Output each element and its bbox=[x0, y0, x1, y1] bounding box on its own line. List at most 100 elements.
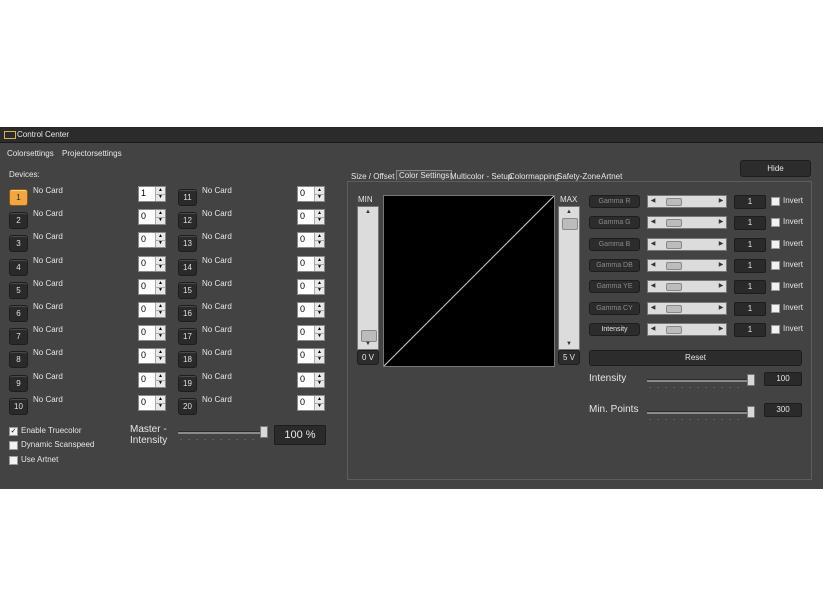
gamma-slider-5[interactable]: ◀ ▶ bbox=[647, 301, 727, 315]
scroll-up-icon[interactable]: ▲ bbox=[358, 207, 378, 217]
stepper-down-icon[interactable]: ▼ bbox=[315, 217, 324, 224]
gamma-slider-thumb[interactable] bbox=[666, 261, 682, 270]
device-value-stepper-20[interactable]: 0 ▲ ▼ bbox=[297, 394, 325, 411]
device-value-stepper-2[interactable]: 0 ▲ ▼ bbox=[138, 209, 166, 226]
device-value-stepper-15[interactable]: 0 ▲ ▼ bbox=[297, 278, 325, 295]
stepper-down-icon[interactable]: ▼ bbox=[156, 194, 165, 201]
scroll-down-icon[interactable]: ▼ bbox=[559, 339, 579, 349]
device-value-stepper-4[interactable]: 0 ▲ ▼ bbox=[138, 255, 166, 272]
invert-checkbox-4[interactable] bbox=[771, 282, 780, 292]
master-intensity-knob[interactable] bbox=[260, 426, 268, 438]
stepper-down-icon[interactable]: ▼ bbox=[156, 356, 165, 363]
scroll-left-icon[interactable]: ◀ bbox=[648, 260, 658, 271]
stepper-down-icon[interactable]: ▼ bbox=[156, 217, 165, 224]
invert-checkbox-0[interactable] bbox=[771, 197, 780, 206]
intensity-slider[interactable]: ············ bbox=[647, 373, 755, 391]
device-button-4[interactable]: 4 bbox=[9, 258, 28, 276]
device-button-15[interactable]: 15 bbox=[178, 281, 197, 299]
gamma-slider-1[interactable]: ◀ ▶ bbox=[647, 216, 727, 230]
gamma-slider-thumb[interactable] bbox=[666, 325, 682, 334]
tab-multicolor-setup[interactable]: Multicolor - Setup bbox=[450, 172, 512, 181]
tab-safety-zone[interactable]: Safety-Zone bbox=[557, 172, 601, 181]
min-points-slider[interactable]: ············ bbox=[647, 405, 755, 423]
device-value-stepper-19[interactable]: 0 ▲ ▼ bbox=[297, 371, 325, 388]
device-value-stepper-11[interactable]: 0 ▲ ▼ bbox=[297, 186, 325, 202]
gamma-slider-thumb[interactable] bbox=[666, 240, 682, 249]
device-value-stepper-14[interactable]: 0 ▲ ▼ bbox=[297, 255, 325, 272]
invert-checkbox-6[interactable] bbox=[771, 324, 780, 334]
stepper-down-icon[interactable]: ▼ bbox=[156, 240, 165, 247]
stepper-down-icon[interactable]: ▼ bbox=[315, 310, 324, 317]
device-button-14[interactable]: 14 bbox=[178, 258, 197, 276]
device-button-9[interactable]: 9 bbox=[9, 374, 28, 392]
min-points-knob[interactable] bbox=[747, 406, 755, 418]
gamma-button-5[interactable]: Gamma CY bbox=[589, 301, 640, 315]
invert-checkbox-3[interactable] bbox=[771, 260, 780, 270]
gamma-button-2[interactable]: Gamma B bbox=[589, 237, 640, 251]
stepper-down-icon[interactable]: ▼ bbox=[315, 287, 324, 294]
stepper-down-icon[interactable]: ▼ bbox=[315, 264, 324, 271]
gamma-slider-thumb[interactable] bbox=[666, 198, 682, 206]
stepper-down-icon[interactable]: ▼ bbox=[315, 333, 324, 340]
device-button-3[interactable]: 3 bbox=[9, 235, 28, 253]
device-value-stepper-16[interactable]: 0 ▲ ▼ bbox=[297, 302, 325, 318]
device-value-stepper-9[interactable]: 0 ▲ ▼ bbox=[138, 371, 166, 388]
gamma-slider-3[interactable]: ◀ ▶ bbox=[647, 258, 727, 272]
device-button-8[interactable]: 8 bbox=[9, 351, 28, 369]
device-value-stepper-3[interactable]: 0 ▲ ▼ bbox=[138, 232, 166, 249]
enable-truecolor-checkbox[interactable]: ✓ bbox=[9, 427, 18, 436]
tab-color-settings[interactable]: Color Settings bbox=[396, 170, 453, 180]
invert-checkbox-2[interactable] bbox=[771, 239, 780, 249]
invert-checkbox-1[interactable] bbox=[771, 218, 780, 228]
device-value-stepper-8[interactable]: 0 ▲ ▼ bbox=[138, 348, 166, 365]
scroll-left-icon[interactable]: ◀ bbox=[648, 281, 658, 292]
stepper-down-icon[interactable]: ▼ bbox=[156, 287, 165, 294]
scroll-left-icon[interactable]: ◀ bbox=[648, 239, 658, 250]
stepper-down-icon[interactable]: ▼ bbox=[156, 310, 165, 317]
device-button-17[interactable]: 17 bbox=[178, 328, 197, 346]
hide-button[interactable]: Hide bbox=[740, 160, 811, 177]
device-button-1[interactable]: 1 bbox=[9, 189, 28, 206]
gamma-button-1[interactable]: Gamma G bbox=[589, 216, 640, 230]
scroll-left-icon[interactable]: ◀ bbox=[648, 303, 658, 314]
gamma-slider-thumb[interactable] bbox=[666, 283, 682, 292]
stepper-down-icon[interactable]: ▼ bbox=[156, 380, 165, 387]
scroll-right-icon[interactable]: ▶ bbox=[716, 260, 726, 271]
device-value-stepper-1[interactable]: 1 ▲ ▼ bbox=[138, 186, 166, 202]
gamma-slider-0[interactable]: ◀ ▶ bbox=[647, 195, 727, 208]
max-scrollbar[interactable]: ▲ ▼ bbox=[558, 206, 580, 350]
scroll-right-icon[interactable]: ▶ bbox=[716, 217, 726, 228]
device-button-12[interactable]: 12 bbox=[178, 212, 197, 230]
device-button-20[interactable]: 20 bbox=[178, 397, 197, 415]
scroll-right-icon[interactable]: ▶ bbox=[716, 239, 726, 250]
gamma-button-0[interactable]: Gamma R bbox=[589, 195, 640, 208]
stepper-down-icon[interactable]: ▼ bbox=[156, 333, 165, 340]
gamma-slider-thumb[interactable] bbox=[666, 304, 682, 313]
stepper-down-icon[interactable]: ▼ bbox=[315, 380, 324, 387]
stepper-down-icon[interactable]: ▼ bbox=[315, 240, 324, 247]
menu-projectorsettings[interactable]: Projectorsettings bbox=[62, 149, 122, 158]
master-intensity-slider[interactable]: ·········· bbox=[178, 425, 268, 443]
tab-colormapping[interactable]: Colormapping bbox=[509, 172, 559, 181]
device-button-11[interactable]: 11 bbox=[178, 189, 197, 206]
gamma-slider-thumb[interactable] bbox=[666, 219, 682, 228]
device-button-13[interactable]: 13 bbox=[178, 235, 197, 253]
device-button-6[interactable]: 6 bbox=[9, 305, 28, 322]
intensity-knob[interactable] bbox=[747, 374, 755, 386]
use-artnet-checkbox[interactable] bbox=[9, 456, 18, 465]
max-scroll-thumb[interactable] bbox=[562, 218, 578, 230]
gamma-button-6[interactable]: Intensity bbox=[589, 322, 640, 336]
device-value-stepper-12[interactable]: 0 ▲ ▼ bbox=[297, 209, 325, 226]
device-button-18[interactable]: 18 bbox=[178, 351, 197, 369]
scroll-left-icon[interactable]: ◀ bbox=[648, 324, 658, 335]
device-button-7[interactable]: 7 bbox=[9, 328, 28, 346]
gamma-button-4[interactable]: Gamma YE bbox=[589, 280, 640, 294]
stepper-down-icon[interactable]: ▼ bbox=[315, 356, 324, 363]
invert-checkbox-5[interactable] bbox=[771, 303, 780, 313]
dynamic-scanspeed-checkbox[interactable] bbox=[9, 441, 18, 450]
scroll-up-icon[interactable]: ▲ bbox=[559, 207, 579, 217]
scroll-right-icon[interactable]: ▶ bbox=[716, 324, 726, 335]
device-button-5[interactable]: 5 bbox=[9, 281, 28, 299]
menu-colorsettings[interactable]: Colorsettings bbox=[7, 149, 54, 158]
device-value-stepper-18[interactable]: 0 ▲ ▼ bbox=[297, 348, 325, 365]
